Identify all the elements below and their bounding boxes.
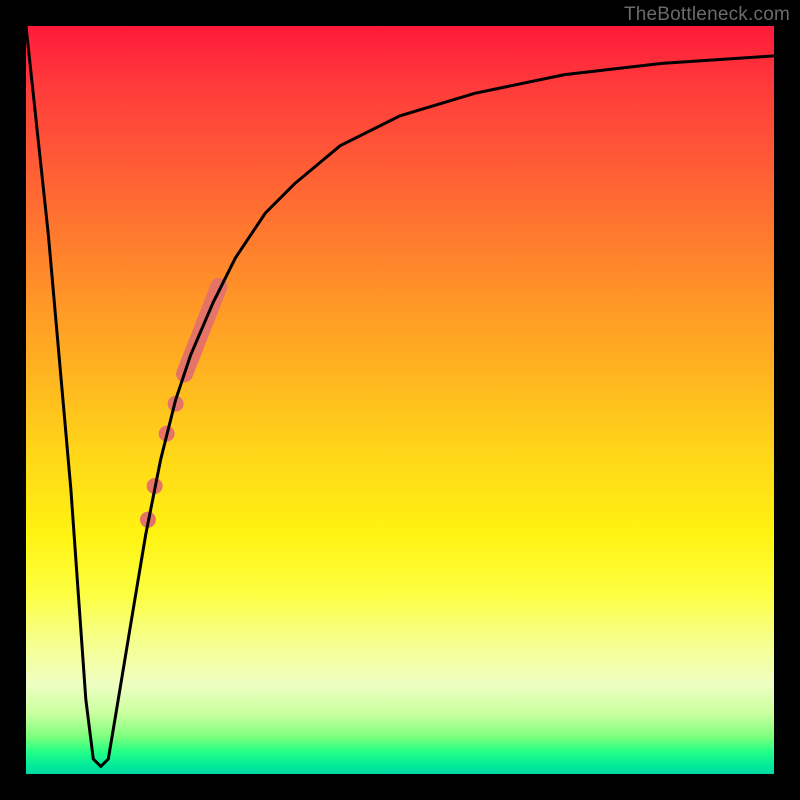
plot-area	[26, 26, 774, 774]
marker-group	[140, 286, 219, 527]
bottleneck-curve-line	[26, 26, 774, 767]
chart-container: TheBottleneck.com	[0, 0, 800, 800]
chart-svg	[26, 26, 774, 774]
watermark-text: TheBottleneck.com	[624, 4, 790, 26]
